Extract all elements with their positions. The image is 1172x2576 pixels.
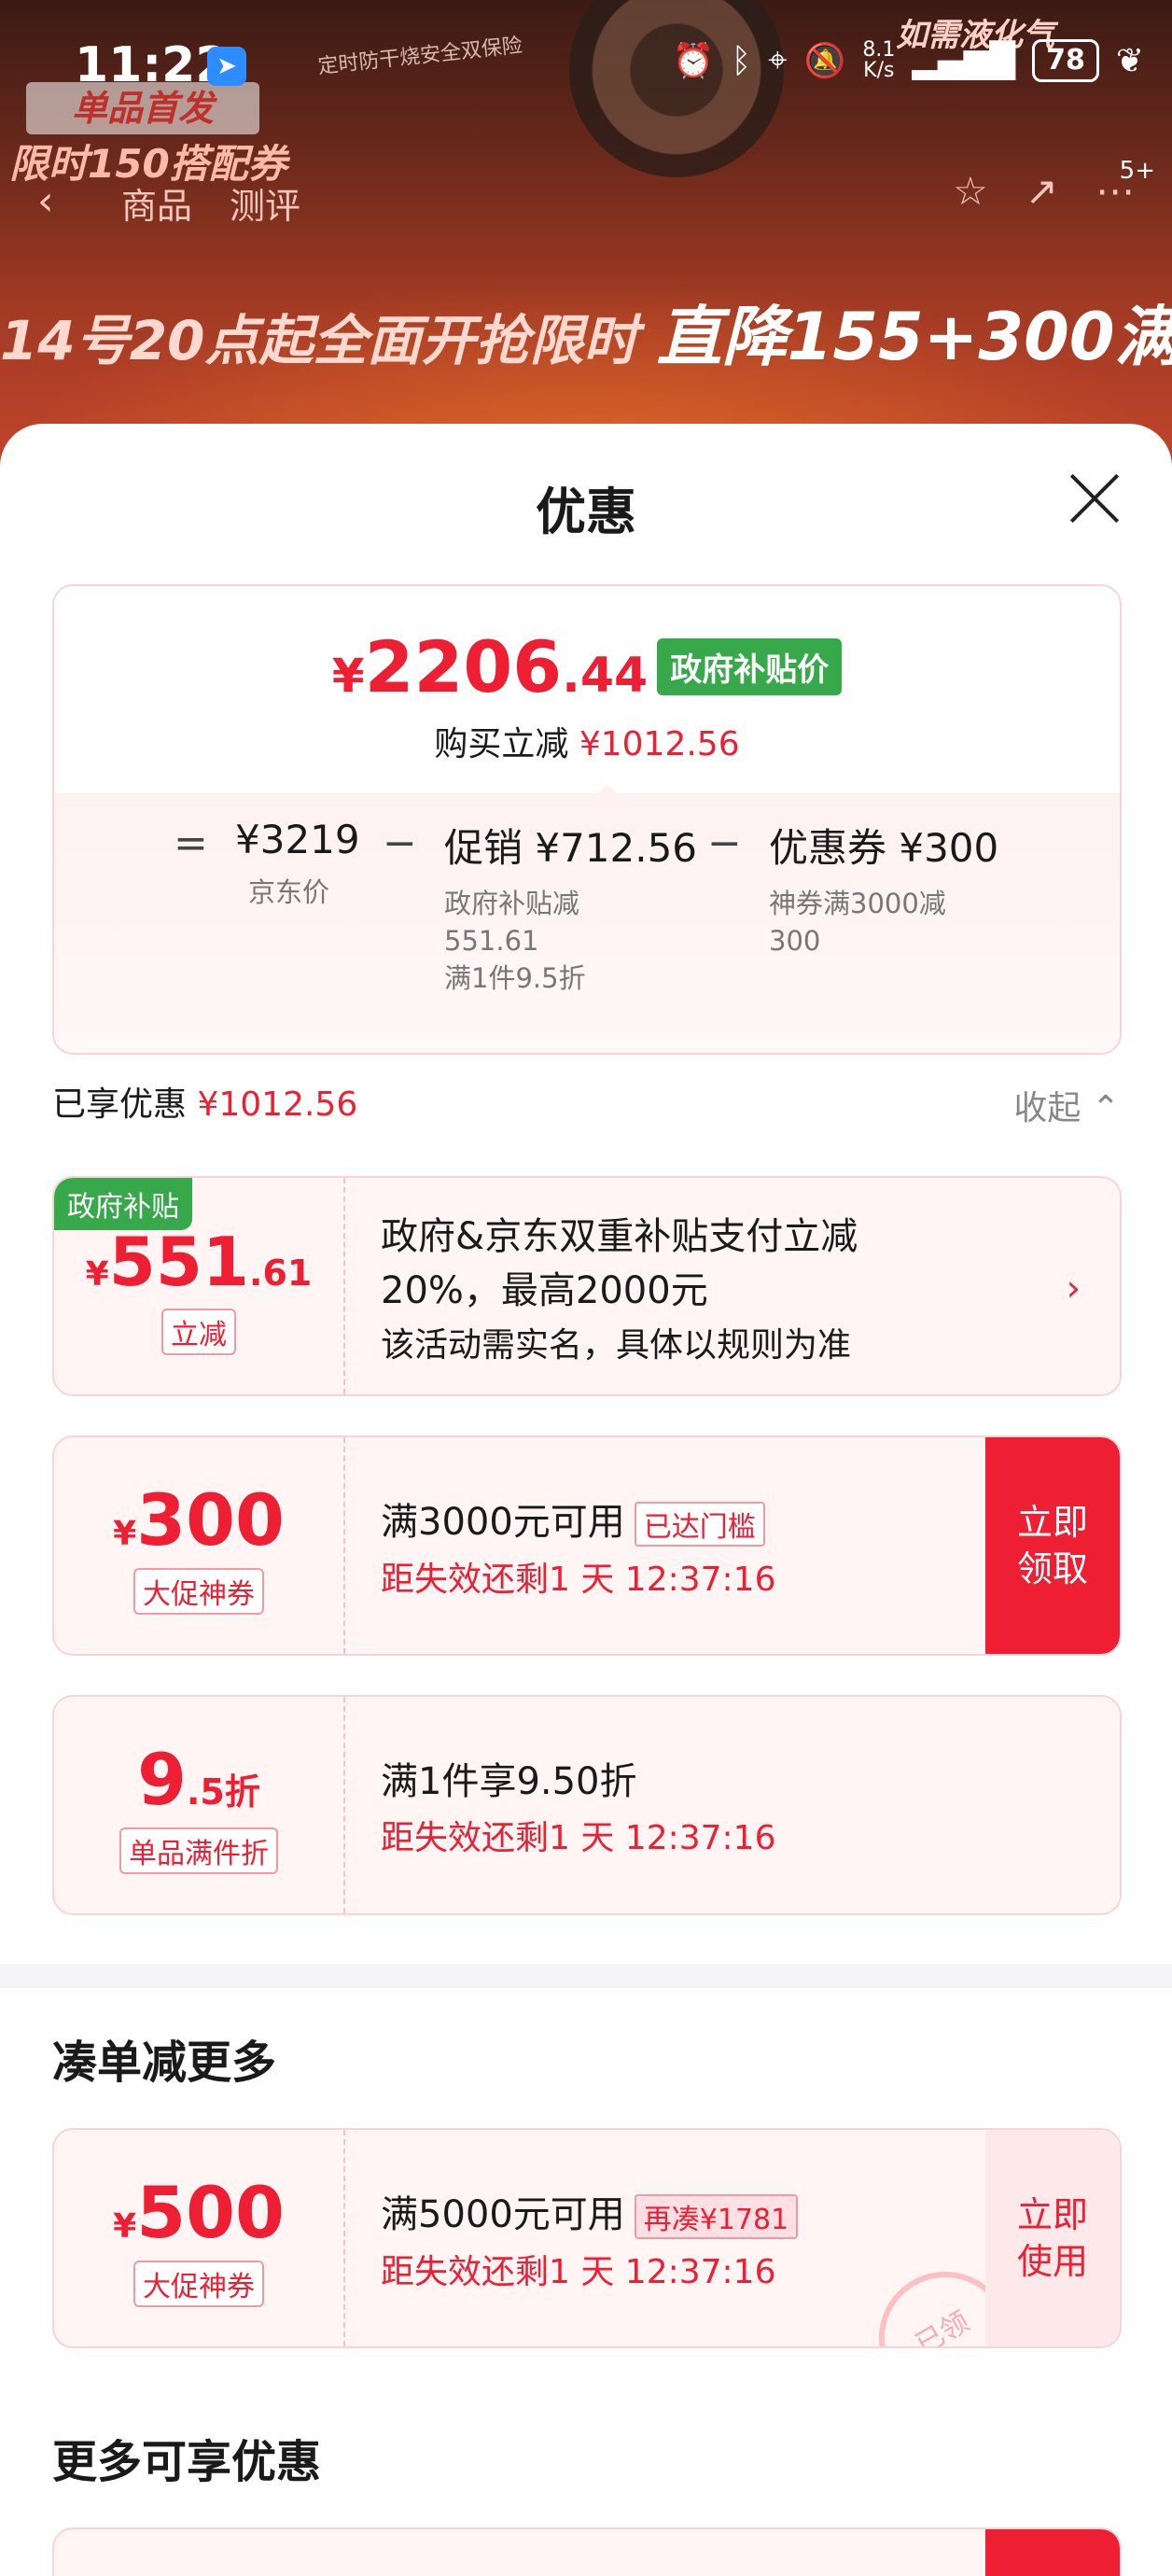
banner-right: 直降155+300满减券	[656, 299, 1172, 375]
coupon-divider	[343, 1178, 345, 1394]
jd-price-label: 京东价	[248, 876, 330, 908]
claim-coupon-button[interactable]: 立即 领取	[985, 1437, 1120, 1654]
offer-amount: ¥551.61	[85, 1223, 313, 1301]
chevron-up-icon: ⌃	[1091, 1089, 1120, 1127]
message-badge: 5+	[1119, 157, 1155, 185]
extra-offer-button[interactable]	[985, 2529, 1120, 2576]
status-time: 11:22	[75, 37, 230, 93]
offer-body: 满5000元可用 再凑¥1781 距失效还剩1 天 12:37:16	[381, 2184, 799, 2293]
tab-review[interactable]: 测评	[230, 177, 300, 229]
offer-title-line1: 政府&京东双重补贴支付立减	[381, 1215, 858, 1258]
equals-sign: =	[174, 819, 208, 867]
status-icons: ⏰ ᛒ ⌖ 🔕 8.1 K/s ▂▄▆█ 78 ❦	[673, 39, 1144, 82]
jd-price-block: ¥3219 京东价	[235, 817, 360, 911]
offer-body: 满3000元可用 已达门槛 距失效还剩1 天 12:37:16	[381, 1491, 775, 1601]
chevron-right-icon[interactable]: ›	[1067, 1267, 1081, 1309]
final-price: ¥2206.44	[331, 625, 649, 708]
back-icon[interactable]: ‹	[37, 177, 54, 225]
discount-9-5-offer: 9.5折 单品满件折 满1件享9.50折 距失效还剩1 天 12:37:16	[52, 1695, 1122, 1915]
offer-body: 满1件享9.50折 距失效还剩1 天 12:37:16	[381, 1751, 775, 1859]
offer-amount: ¥300	[113, 1478, 285, 1561]
price-summary-card: ¥2206.44 政府补贴价 购买立减 ¥1012.56 = ¥3219 京东价 …	[52, 584, 1122, 1055]
coupon-500-offer: ¥500 大促神券 满5000元可用 再凑¥1781 距失效还剩1 天 12:37…	[52, 2128, 1122, 2348]
offer-tag: 大促神券	[133, 2261, 264, 2307]
enjoyed-discount: 已享优惠 ¥1012.56	[52, 1085, 358, 1124]
minus-sign-2: −	[707, 819, 742, 867]
extra-offer-card	[52, 2527, 1122, 2576]
coupon-divider	[343, 1437, 345, 1654]
offer-title: 满3000元可用 已达门槛	[381, 1491, 775, 1547]
sale-banner: 14号20点起全面开抢限时 直降155+300满减券	[0, 285, 1172, 379]
product-tabs: 商品 测评	[65, 177, 300, 229]
offer-countdown: 距失效还剩1 天 12:37:16	[381, 1819, 776, 1857]
gov-subsidy-offer[interactable]: ¥551.61 立减 政府补贴 政府&京东双重补贴支付立减 20%，最高2000…	[52, 1176, 1122, 1396]
alarm-icon: ⏰	[672, 42, 715, 80]
close-icon[interactable]	[1067, 472, 1120, 525]
coupon-divider	[343, 1697, 345, 1913]
price-breakdown: = ¥3219 京东价 − 促销 ¥712.56 政府补贴减 551.61 满1件9…	[54, 793, 1120, 1053]
offer-countdown: 距失效还剩1 天 12:37:16	[381, 2253, 776, 2291]
share-icon[interactable]: ↗	[1026, 168, 1058, 214]
promo-block: 促销 ¥712.56 政府补贴减 551.61 满1件9.5折	[444, 817, 697, 997]
location-icon: ⌖	[768, 41, 788, 79]
battery-indicator: 78	[1032, 39, 1099, 82]
section-title-extra: 更多可享优惠	[52, 2436, 322, 2488]
section-separator	[0, 1964, 1172, 1988]
bluetooth-icon: ᛒ	[731, 41, 752, 80]
favorite-icon[interactable]: ☆	[953, 168, 988, 214]
offer-amount: 9.5折	[137, 1738, 260, 1821]
offer-desc: 该活动需实名，具体以规则为准	[381, 1326, 852, 1365]
offer-tag: 立减	[161, 1309, 236, 1355]
offer-title: 满1件享9.50折	[381, 1760, 637, 1803]
collapse-button[interactable]: 收起 ⌃	[1013, 1081, 1120, 1129]
summary-top: ¥2206.44 政府补贴价 购买立减 ¥1012.56	[54, 586, 1120, 793]
leaf-icon: ❦	[1115, 41, 1144, 80]
signal-icon: ▂▄▆█	[912, 41, 1016, 80]
offer-tag: 单品满件折	[119, 1827, 278, 1874]
coupon-total: 优惠券 ¥300	[769, 825, 999, 871]
jd-price: ¥3219	[235, 817, 360, 862]
threshold-met-badge: 已达门槛	[634, 1502, 765, 1547]
offer-amount-area: 9.5折 单品满件折	[54, 1697, 343, 1913]
offer-countdown: 距失效还剩1 天 12:37:16	[381, 1561, 776, 1599]
banner-left: 14号20点起全面开抢限时	[0, 309, 638, 372]
mute-icon: 🔕	[803, 42, 846, 80]
final-price-row: ¥2206.44 政府补贴价	[54, 625, 1120, 708]
minus-sign: −	[383, 819, 417, 867]
discount-sheet: 优惠 ¥2206.44 政府补贴价 购买立减 ¥1012.56 = ¥3219 京…	[0, 424, 1172, 2576]
coupon-detail: 神券满3000减 300	[769, 888, 946, 957]
coupon-300-offer: ¥300 大促神券 满3000元可用 已达门槛 距失效还剩1 天 12:37:16…	[52, 1435, 1122, 1656]
add-more-badge: 再凑¥1781	[634, 2194, 799, 2239]
offer-title: 满5000元可用 再凑¥1781	[381, 2184, 799, 2239]
coupon-divider	[343, 2130, 345, 2346]
tab-product[interactable]: 商品	[121, 177, 192, 229]
sheet-title: 优惠	[536, 483, 636, 541]
status-bar: 11:22 ➤ ⏰ ᛒ ⌖ 🔕 8.1 K/s ▂▄▆█ 78 ❦	[0, 0, 1172, 93]
total-reduction: 购买立减 ¥1012.56	[434, 725, 740, 763]
app-notification-icon: ➤	[207, 47, 246, 86]
promo-total: 促销 ¥712.56	[444, 825, 698, 871]
coupon-block: 优惠券 ¥300 神券满3000减 300	[769, 817, 998, 959]
use-coupon-button[interactable]: 立即 使用	[985, 2130, 1120, 2346]
offer-tag: 大促神券	[133, 1568, 264, 1615]
section-title-more: 凑单减更多	[52, 2037, 277, 2089]
gov-subsidy-badge: 政府补贴价	[657, 638, 843, 695]
gov-subsidy-corner: 政府补贴	[54, 1178, 192, 1230]
offer-amount-area: ¥500 大促神券	[54, 2130, 343, 2346]
offer-amount-area: ¥300 大促神券	[54, 1437, 343, 1654]
offer-amount: ¥500	[113, 2171, 285, 2254]
offer-title-line2: 20%，最高2000元	[381, 1269, 708, 1312]
network-speed: 8.1 K/s	[862, 38, 896, 82]
promo-detail: 政府补贴减 551.61 满1件9.5折	[444, 888, 586, 994]
offer-body: 政府&京东双重补贴支付立减 20%，最高2000元 该活动需实名，具体以规则为准	[381, 1206, 858, 1366]
header-actions: ☆ ↗ ⋯	[953, 168, 1135, 214]
